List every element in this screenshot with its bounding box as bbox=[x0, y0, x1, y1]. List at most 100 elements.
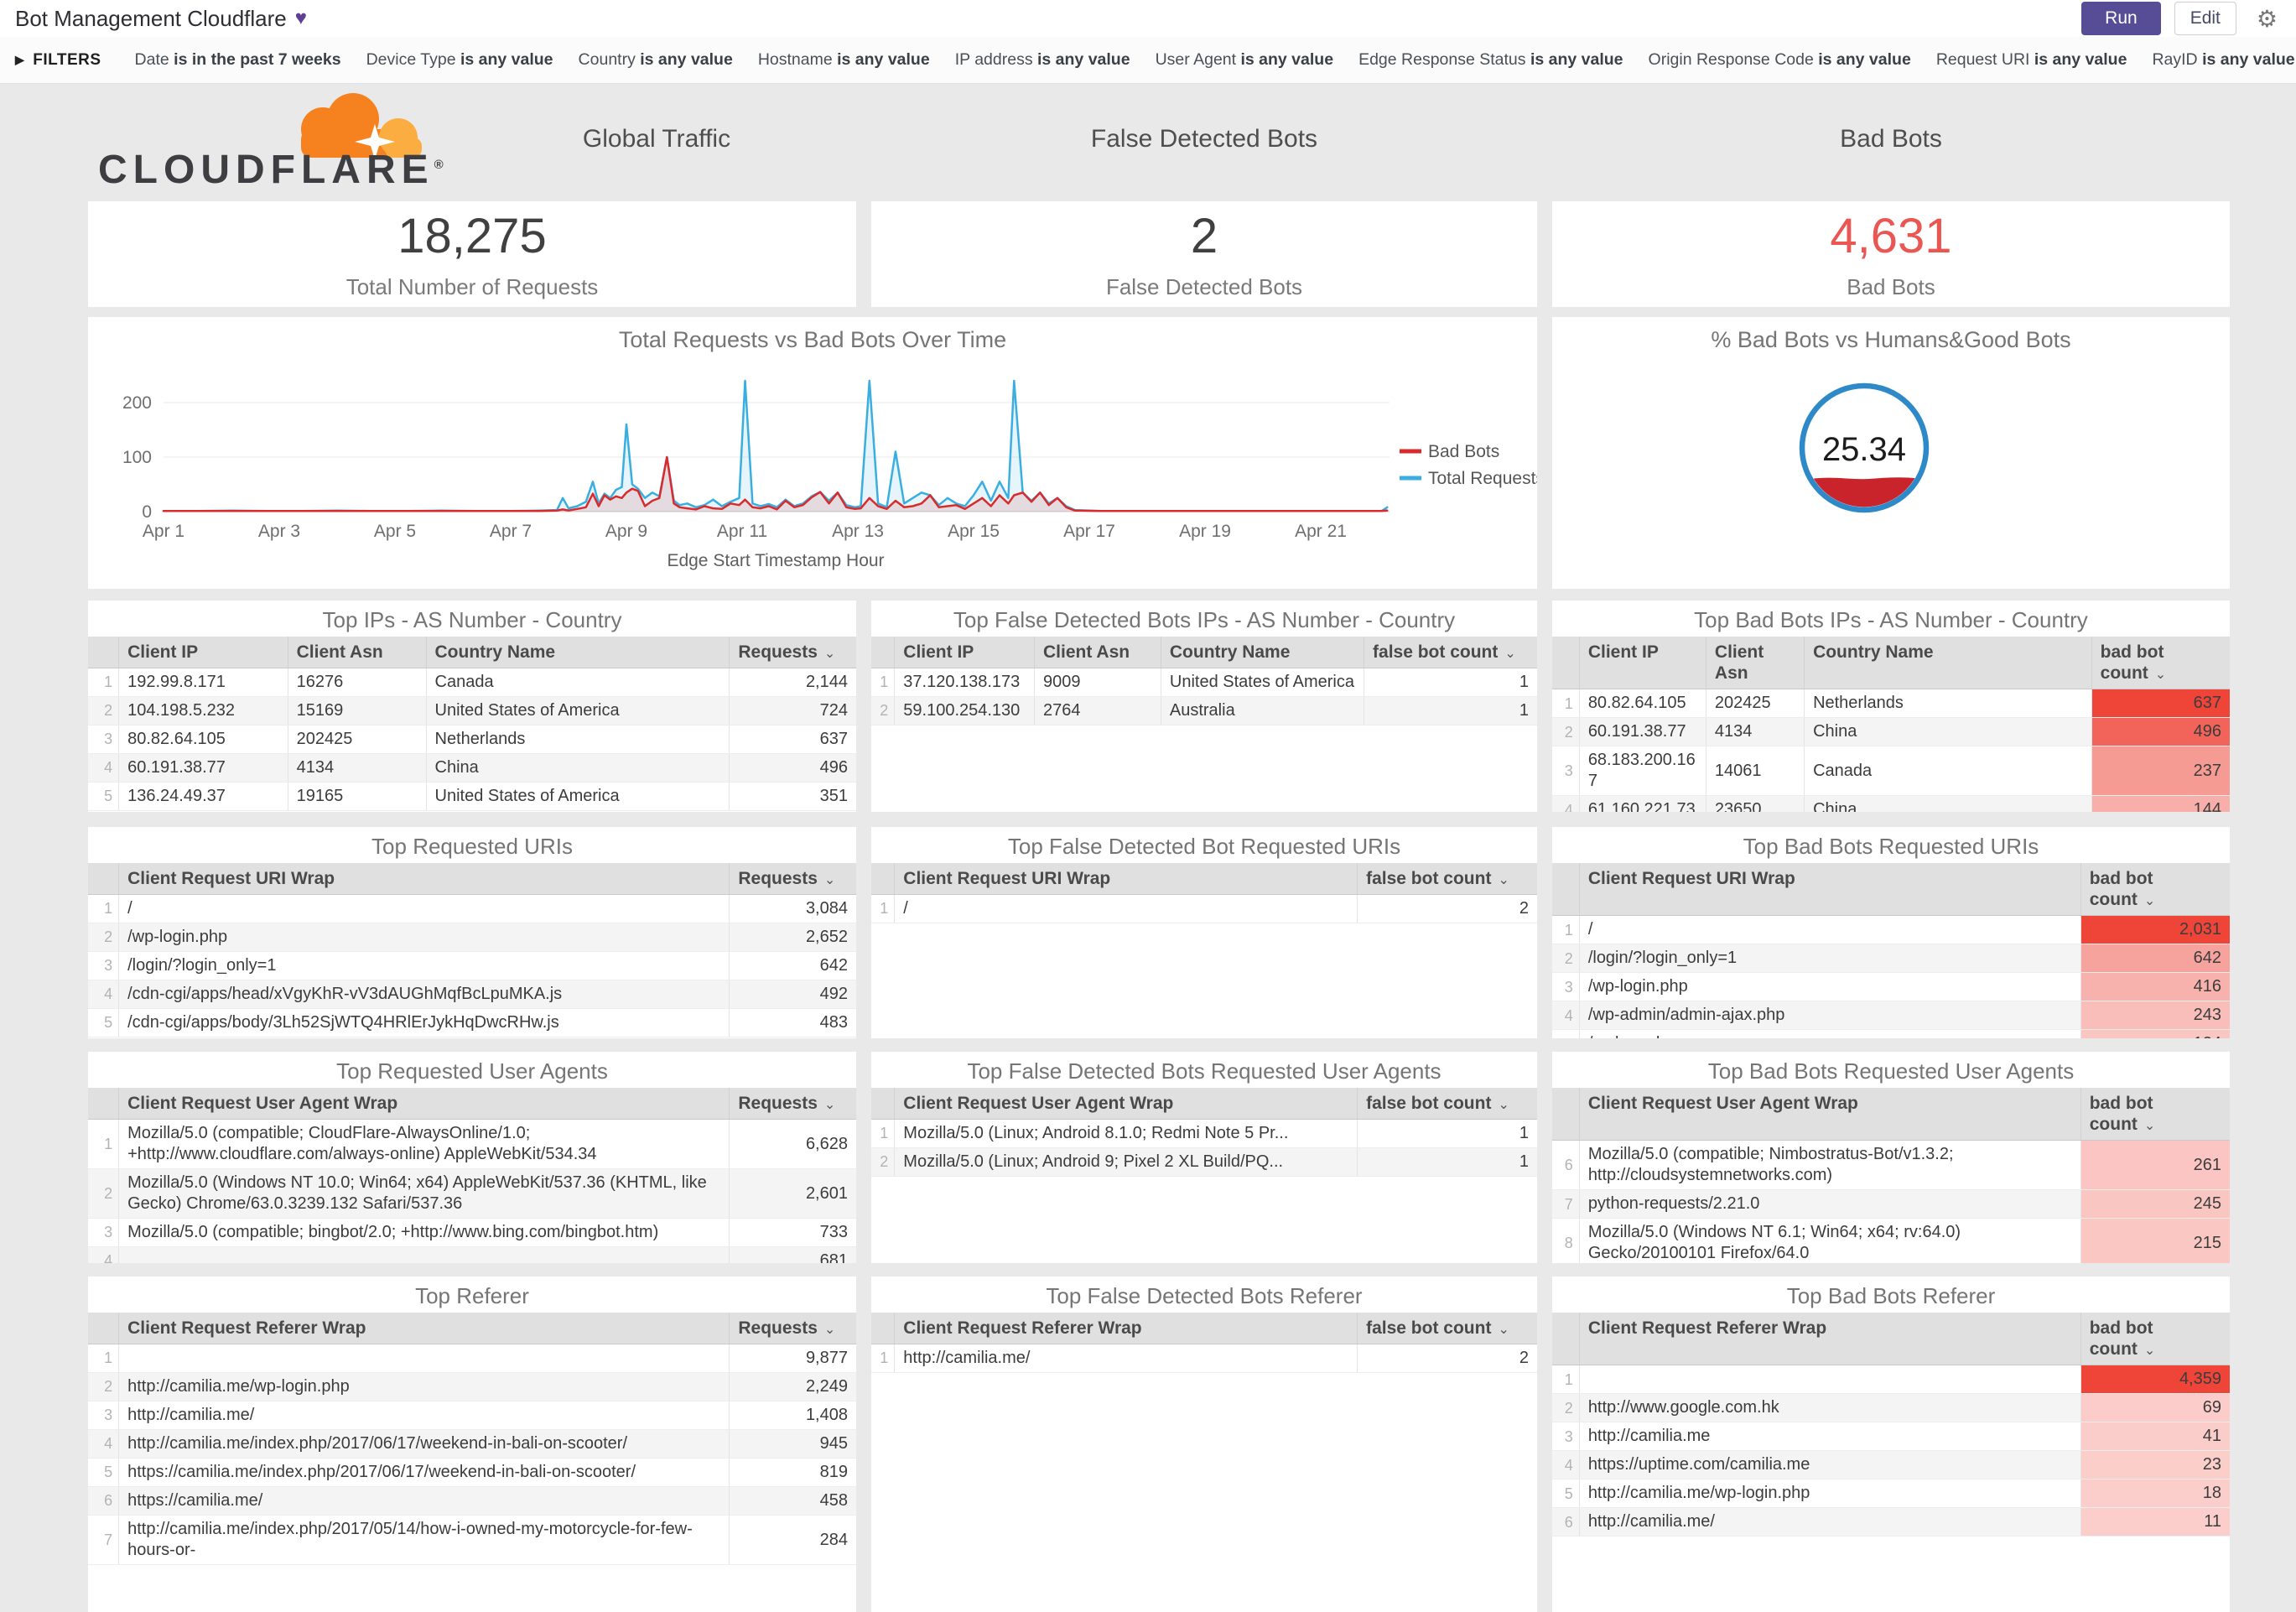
edit-button[interactable]: Edit bbox=[2174, 2, 2236, 35]
cell bbox=[118, 1246, 730, 1263]
column-header-bad-bot-count[interactable]: bad bot count ⌄ bbox=[2080, 863, 2230, 917]
column-header-client-request-referer-wrap[interactable]: Client Request Referer Wrap bbox=[118, 1313, 730, 1345]
row-number: 4 bbox=[88, 1429, 120, 1459]
column-header-client-ip[interactable]: Client IP bbox=[118, 637, 288, 669]
cell: 61.160.221.73 bbox=[1579, 795, 1706, 812]
section-title-false-detected-bots: False Detected Bots bbox=[1090, 125, 1318, 153]
topbar: Bot Management Cloudflare ♥ Run Edit ⚙ bbox=[0, 0, 2296, 37]
column-header-client-request-uri-wrap[interactable]: Client Request URI Wrap bbox=[118, 863, 730, 896]
cell: / bbox=[1579, 915, 2081, 945]
table-row: 2 104.198.5.232 15169 United States of Amer… bbox=[88, 696, 856, 726]
run-button[interactable]: Run bbox=[2081, 2, 2161, 35]
column-header-requests[interactable]: Requests ⌄ bbox=[729, 863, 856, 896]
cell: http://camilia.me/index.php/2017/06/17/w… bbox=[118, 1429, 730, 1459]
cell: http://camilia.me/wp-login.php bbox=[1579, 1479, 2081, 1509]
column-header-client-ip[interactable]: Client IP bbox=[894, 637, 1036, 669]
column-header-client-asn[interactable]: Client Asn bbox=[1706, 637, 1805, 690]
column-header-client-ip[interactable]: Client IP bbox=[1579, 637, 1706, 690]
table-row: 4 60.191.38.77 4134 China 496 bbox=[88, 753, 856, 783]
row-number: 3 bbox=[1552, 1422, 1580, 1452]
cell: Mozilla/5.0 (Windows NT 6.1; Win64; x64;… bbox=[1579, 1218, 2081, 1263]
sort-icon: ⌄ bbox=[823, 647, 836, 661]
filter-device-type[interactable]: Device Type is any value bbox=[366, 50, 553, 70]
row-number: 2 bbox=[1552, 717, 1580, 747]
column-header-requests[interactable]: Requests ⌄ bbox=[729, 637, 856, 669]
column-header-requests[interactable]: Requests ⌄ bbox=[729, 1313, 856, 1345]
column-header-client-asn[interactable]: Client Asn bbox=[1034, 637, 1161, 669]
cell: 60.191.38.77 bbox=[118, 753, 288, 783]
filter-request-uri[interactable]: Request URI is any value bbox=[1936, 50, 2127, 70]
column-header-false-bot-count[interactable]: false bot count ⌄ bbox=[1357, 1088, 1537, 1121]
filter-hostname[interactable]: Hostname is any value bbox=[758, 50, 930, 70]
value-cell: 642 bbox=[2080, 944, 2230, 974]
legend-item-bad-bots[interactable]: Bad Bots bbox=[1400, 442, 1499, 461]
cell: / bbox=[894, 894, 1358, 924]
expand-arrow-icon: ▶ bbox=[15, 53, 25, 66]
value-cell: 733 bbox=[729, 1218, 856, 1248]
legend-item-total-requests[interactable]: Total Requests bbox=[1400, 469, 1537, 488]
value-cell: 416 bbox=[2080, 972, 2230, 1002]
column-header-bad-bot-count[interactable]: bad bot count ⌄ bbox=[2080, 1088, 2230, 1141]
cell: 80.82.64.105 bbox=[1579, 689, 1706, 719]
table-row: 5 http://camilia.me/wp-login.php 18 bbox=[1552, 1479, 2230, 1509]
value-cell: 458 bbox=[729, 1486, 856, 1516]
table-tile-bad-bot-ips: Top Bad Bots IPs - AS Number - Country Cl… bbox=[1552, 601, 2230, 812]
value-cell: 2,144 bbox=[729, 668, 856, 698]
row-number: 1 bbox=[88, 1344, 120, 1374]
cell: /xmlrpc.php bbox=[1579, 1029, 2081, 1038]
cloudflare-wordmark: CLOUDFLARE® bbox=[98, 148, 444, 192]
column-header-client-request-user-agent-wrap[interactable]: Client Request User Agent Wrap bbox=[894, 1088, 1358, 1121]
column-header-client-request-uri-wrap[interactable]: Client Request URI Wrap bbox=[894, 863, 1358, 896]
column-header-client-request-uri-wrap[interactable]: Client Request URI Wrap bbox=[1579, 863, 2081, 917]
filters-toggle[interactable]: ▶ FILTERS bbox=[15, 51, 101, 70]
value-cell: 41 bbox=[2080, 1422, 2230, 1452]
filter-origin-response-code[interactable]: Origin Response Code is any value bbox=[1649, 50, 1911, 70]
column-header-country-name[interactable]: Country Name bbox=[1161, 637, 1365, 669]
column-header-client-asn[interactable]: Client Asn bbox=[288, 637, 427, 669]
table-row: 1 37.120.138.173 9009 United States of Amer… bbox=[871, 668, 1537, 698]
column-header-false-bot-count[interactable]: false bot count ⌄ bbox=[1357, 1313, 1537, 1345]
column-header-bad-bot-count[interactable]: bad bot count ⌄ bbox=[2080, 1313, 2230, 1366]
column-header-requests[interactable]: Requests ⌄ bbox=[729, 1088, 856, 1121]
filter-edge-response-status[interactable]: Edge Response Status is any value bbox=[1358, 50, 1623, 70]
table-row: 2 http://www.google.com.hk 69 bbox=[1552, 1393, 2230, 1423]
data-table: Client Request URI Wrap bad bot count ⌄ 1/2… bbox=[1552, 863, 2230, 1038]
filter-field: Country bbox=[578, 50, 636, 69]
column-header-country-name[interactable]: Country Name bbox=[1804, 637, 2092, 690]
table-row: 3 http://camilia.me/1,408 bbox=[88, 1401, 856, 1431]
filter-field: User Agent bbox=[1155, 50, 1237, 69]
table-row: 7 python-requests/2.21.0 245 bbox=[1552, 1189, 2230, 1219]
column-header-country-name[interactable]: Country Name bbox=[426, 637, 730, 669]
filter-rayid[interactable]: RayID is any value bbox=[2152, 50, 2294, 70]
column-header-client-request-referer-wrap[interactable]: Client Request Referer Wrap bbox=[1579, 1313, 2081, 1366]
column-header-client-request-user-agent-wrap[interactable]: Client Request User Agent Wrap bbox=[118, 1088, 730, 1121]
row-number: 1 bbox=[88, 894, 120, 924]
column-header-client-request-referer-wrap[interactable]: Client Request Referer Wrap bbox=[894, 1313, 1358, 1345]
value-cell: 261 bbox=[2080, 1140, 2230, 1191]
sort-icon: ⌄ bbox=[2143, 894, 2156, 909]
column-header-false-bot-count[interactable]: false bot count ⌄ bbox=[1357, 863, 1537, 896]
column-header-client-request-user-agent-wrap[interactable]: Client Request User Agent Wrap bbox=[1579, 1088, 2081, 1141]
cell: /cdn-cgi/apps/body/3Lh52SjWTQ4HRlErJykHq… bbox=[118, 1008, 730, 1038]
y-tick-label: 200 bbox=[122, 393, 152, 413]
x-tick-label: Apr 11 bbox=[717, 522, 767, 541]
row-number: 4 bbox=[88, 753, 120, 783]
data-table: Client Request Referer Wrap Requests ⌄ 1 9,8… bbox=[88, 1313, 856, 1566]
filter-date[interactable]: Date is in the past 7 weeks bbox=[135, 50, 341, 70]
stat-label: Bad Bots bbox=[1847, 274, 1935, 299]
column-header-false-bot-count[interactable]: false bot count ⌄ bbox=[1364, 637, 1537, 669]
cell: http://camilia.me/wp-login.php bbox=[118, 1372, 730, 1402]
row-number: 5 bbox=[1552, 1479, 1580, 1509]
filter-field: Date bbox=[134, 50, 169, 69]
row-number: 4 bbox=[1552, 795, 1580, 812]
sort-icon: ⌄ bbox=[823, 873, 836, 887]
table-row: 3/wp-login.php 416 bbox=[1552, 972, 2230, 1002]
filter-user-agent[interactable]: User Agent is any value bbox=[1156, 50, 1333, 70]
value-cell: 2,031 bbox=[2080, 915, 2230, 945]
filter-country[interactable]: Country is any value bbox=[579, 50, 733, 70]
column-header-bad-bot-count[interactable]: bad bot count ⌄ bbox=[2091, 637, 2230, 690]
row-number: 2 bbox=[88, 1372, 120, 1402]
filter-ip-address[interactable]: IP address is any value bbox=[955, 50, 1130, 70]
gear-icon[interactable]: ⚙ bbox=[2257, 5, 2278, 33]
table-row: 3 68.183.200.167 14061 Canada 237 bbox=[1552, 746, 2230, 797]
